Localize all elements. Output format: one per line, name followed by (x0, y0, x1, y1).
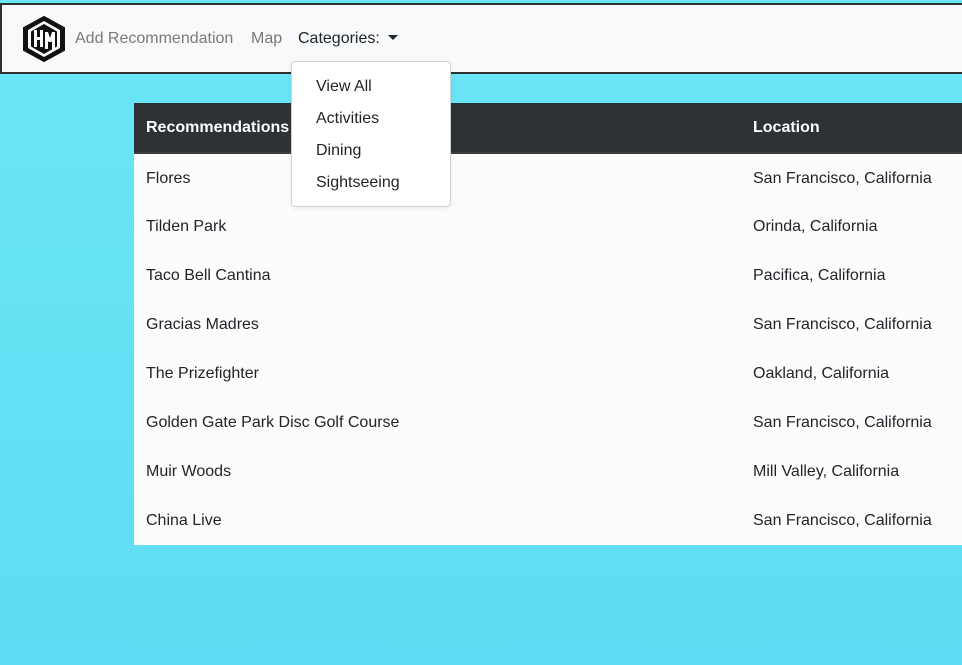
rec-name: Muir Woods (146, 463, 232, 480)
table-row: Flores San Francisco, California (134, 153, 962, 202)
rec-name: The Prizefighter (146, 365, 259, 382)
dropdown-item-dining[interactable]: Dining (316, 142, 361, 160)
rec-location: Oakland, California (753, 365, 890, 382)
hm-logo[interactable] (21, 15, 67, 63)
rec-location: Orinda, California (753, 218, 878, 235)
table-row: Muir Woods Mill Valley, California (134, 447, 962, 496)
header-location: Location (741, 103, 962, 154)
nav-add-recommendation[interactable]: Add Recommendation (75, 30, 233, 48)
table-row: Golden Gate Park Disc Golf Course San Fr… (134, 398, 962, 447)
categories-label: Categories: (298, 30, 380, 47)
table-row: Gracias Madres San Francisco, California (134, 300, 962, 349)
table-row: China Live San Francisco, California (134, 496, 962, 545)
rec-location: Mill Valley, California (753, 463, 900, 480)
table-header-row: Recommendations Location (134, 103, 962, 154)
nav-map[interactable]: Map (251, 30, 282, 48)
categories-dropdown-menu: View All Activities Dining Sightseeing (291, 61, 451, 207)
dropdown-item-sightseeing[interactable]: Sightseeing (316, 174, 400, 192)
rec-name: Gracias Madres (146, 316, 259, 333)
rec-location: San Francisco, California (753, 170, 932, 187)
recommendations-table: Recommendations Location Flores San Fran… (134, 103, 962, 545)
table-row: Tilden Park Orinda, California (134, 202, 962, 251)
rec-name: Golden Gate Park Disc Golf Course (146, 414, 400, 431)
rec-name: China Live (146, 512, 222, 529)
dropdown-item-activities[interactable]: Activities (316, 110, 379, 128)
table-row: The Prizefighter Oakland, California (134, 349, 962, 398)
rec-location: San Francisco, California (753, 316, 932, 333)
rec-location: San Francisco, California (753, 512, 932, 529)
caret-down-icon (387, 35, 398, 40)
table-row: Taco Bell Cantina Pacifica, California (134, 251, 962, 300)
categories-dropdown-toggle[interactable]: Categories: (298, 30, 398, 48)
rec-name: Tilden Park (146, 218, 227, 235)
rec-name: Taco Bell Cantina (146, 267, 271, 284)
navbar: Add Recommendation Map Categories: (0, 3, 962, 74)
rec-location: Pacifica, California (753, 267, 886, 284)
rec-location: San Francisco, California (753, 414, 932, 431)
dropdown-item-view-all[interactable]: View All (316, 78, 372, 96)
